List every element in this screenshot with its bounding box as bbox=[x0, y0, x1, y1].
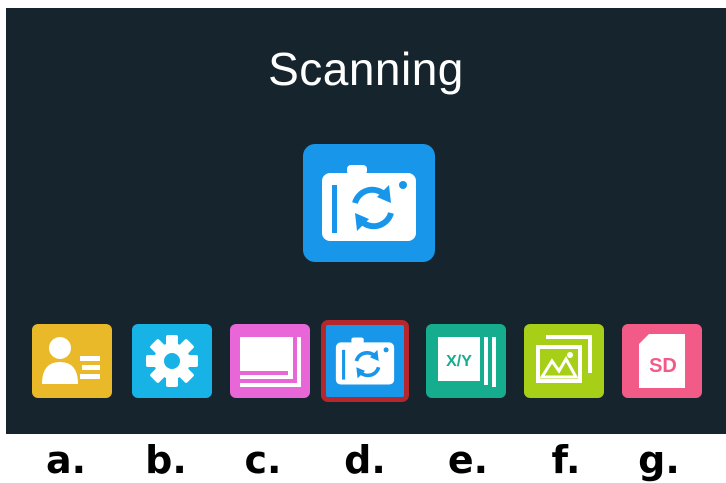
menu-contact-button[interactable] bbox=[32, 324, 112, 398]
label-e: e. bbox=[447, 438, 489, 482]
contact-card-icon bbox=[42, 337, 100, 384]
menu-labels: a. b. c. d. e. f. g. bbox=[0, 438, 726, 483]
sd-label: SD bbox=[649, 355, 677, 377]
xy-label: X/Y bbox=[446, 353, 472, 370]
page-title: Scanning bbox=[268, 43, 464, 95]
scan-camera-icon bbox=[335, 337, 395, 385]
label-a: a. bbox=[45, 438, 87, 482]
menu-settings-button[interactable] bbox=[132, 324, 212, 398]
menu-sd-button[interactable]: SD bbox=[622, 324, 702, 398]
label-d: d. bbox=[344, 438, 386, 482]
xy-documents-icon: X/Y bbox=[438, 337, 496, 387]
photo-stack-icon bbox=[536, 335, 592, 383]
device-screen: Scanning X/Y SD bbox=[6, 8, 726, 434]
label-b: b. bbox=[145, 438, 187, 482]
menu-photo-button[interactable] bbox=[524, 324, 604, 398]
menu-gallery-button[interactable] bbox=[230, 324, 310, 398]
sd-card-icon: SD bbox=[639, 334, 685, 388]
label-c: c. bbox=[244, 438, 282, 482]
menu-scanning-button[interactable] bbox=[321, 320, 409, 402]
scan-camera-icon bbox=[303, 144, 435, 262]
label-g: g. bbox=[638, 438, 680, 482]
gear-icon bbox=[146, 335, 198, 387]
label-f: f. bbox=[551, 438, 581, 482]
menu-xy-button[interactable]: X/Y bbox=[426, 324, 506, 398]
gallery-stack-icon bbox=[240, 337, 301, 387]
